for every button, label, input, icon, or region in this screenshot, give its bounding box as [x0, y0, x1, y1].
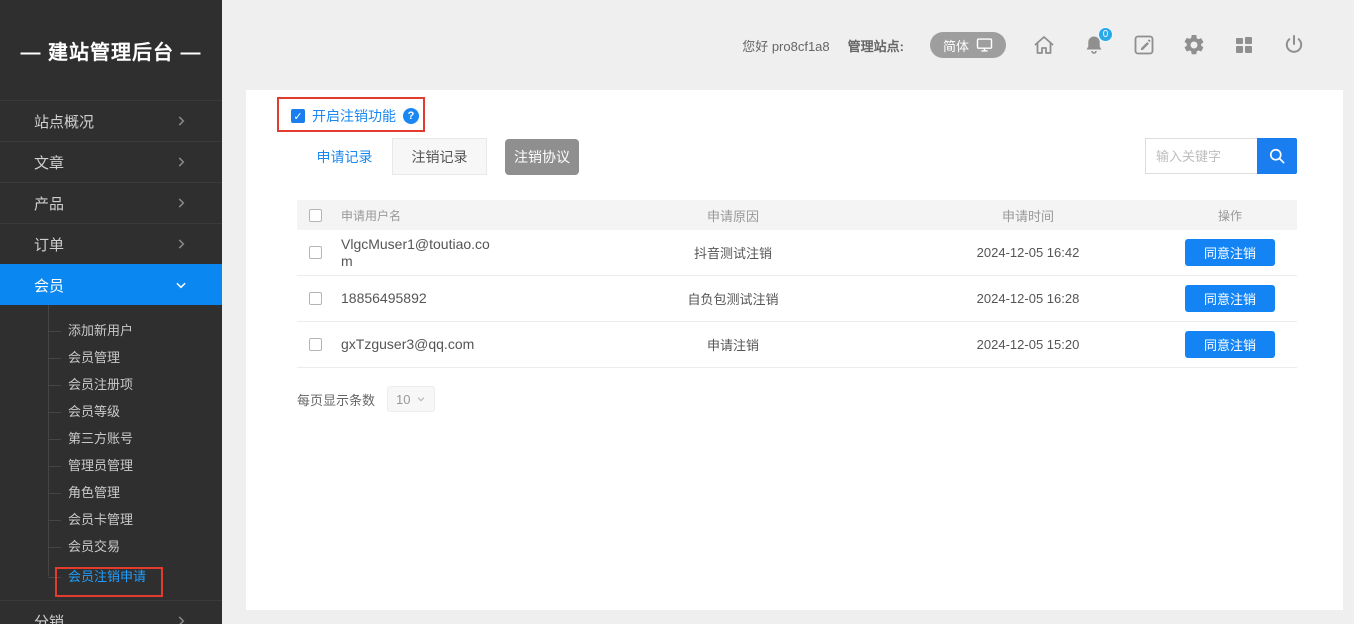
language-label: 简体	[943, 36, 969, 55]
table-row: gxTzguser3@qq.com 申请注销 2024-12-05 15:20 …	[297, 322, 1297, 368]
col-header-action: 操作	[1163, 207, 1297, 224]
members-submenu: 添加新用户 会员管理 会员注册项 会员等级 第三方账号 管理员管理 角色管理 会…	[0, 305, 222, 600]
sidebar-item-member-cards[interactable]: 会员卡管理	[0, 506, 222, 533]
apps-grid-icon[interactable]	[1232, 33, 1256, 57]
chevron-right-icon	[174, 196, 188, 210]
search-icon	[1267, 146, 1287, 166]
table-row: 18856495892 自负包测试注销 2024-12-05 16:28 同意注…	[297, 276, 1297, 322]
sidebar-item-admin-management[interactable]: 管理员管理	[0, 452, 222, 479]
sidebar-item-products[interactable]: 产品	[0, 182, 222, 223]
agree-cancellation-button[interactable]: 同意注销	[1185, 239, 1275, 266]
cell-username: 18856495892	[341, 290, 493, 307]
sidebar-item-member-cancellation[interactable]: 会员注销申请	[0, 563, 222, 590]
sidebar-item-label: 会员	[34, 275, 64, 296]
cell-username: gxTzguser3@qq.com	[341, 336, 493, 353]
sidebar-item-label: 站点概况	[34, 111, 94, 132]
cell-time: 2024-12-05 15:20	[893, 337, 1163, 352]
sidebar-item-site-overview[interactable]: 站点概况	[0, 100, 222, 141]
page-size-select[interactable]: 10	[387, 386, 435, 412]
table-row: VlgcMuser1@toutiao.com 抖音测试注销 2024-12-05…	[297, 230, 1297, 276]
sidebar-item-add-user[interactable]: 添加新用户	[0, 317, 222, 344]
topbar: 您好 pro8cf1a8 管理站点: 简体 0	[222, 0, 1354, 90]
tab-bar: 申请记录 注销记录 注销协议	[297, 138, 579, 175]
chevron-down-icon	[174, 278, 188, 292]
tab-cancellation-records[interactable]: 注销记录	[392, 138, 487, 175]
col-header-reason: 申请原因	[573, 206, 893, 225]
tab-application-records[interactable]: 申请记录	[297, 138, 392, 175]
col-header-username: 申请用户名	[333, 207, 573, 224]
chevron-right-icon	[174, 614, 188, 624]
row-checkbox[interactable]	[309, 292, 322, 305]
agree-cancellation-button[interactable]: 同意注销	[1185, 285, 1275, 312]
content-panel: ✓ 开启注销功能 ? 申请记录 注销记录 注销协议 申请用户名 申请原因	[246, 90, 1343, 610]
sidebar-item-role-management[interactable]: 角色管理	[0, 479, 222, 506]
home-icon[interactable]	[1032, 33, 1056, 57]
row-checkbox[interactable]	[309, 338, 322, 351]
page-size-label: 每页显示条数	[297, 390, 375, 409]
help-question-icon[interactable]: ?	[403, 108, 419, 124]
chevron-right-icon	[174, 114, 188, 128]
sidebar-item-label: 分销	[34, 611, 64, 624]
power-logout-icon[interactable]	[1282, 33, 1306, 57]
table-header-row: 申请用户名 申请原因 申请时间 操作	[297, 200, 1297, 230]
agree-cancellation-button[interactable]: 同意注销	[1185, 331, 1275, 358]
col-header-time: 申请时间	[893, 206, 1163, 225]
cell-username: VlgcMuser1@toutiao.com	[341, 236, 493, 270]
edit-icon[interactable]	[1132, 33, 1156, 57]
sidebar-item-label: 订单	[34, 234, 64, 255]
sidebar-item-members[interactable]: 会员	[0, 264, 222, 305]
monitor-icon	[976, 38, 993, 52]
cell-reason: 抖音测试注销	[573, 243, 893, 262]
row-checkbox[interactable]	[309, 246, 322, 259]
sidebar-item-member-management[interactable]: 会员管理	[0, 344, 222, 371]
sidebar-item-orders[interactable]: 订单	[0, 223, 222, 264]
settings-gear-icon[interactable]	[1182, 33, 1206, 57]
pagination: 每页显示条数 10	[297, 386, 435, 412]
sidebar-item-label: 产品	[34, 193, 64, 214]
page-size-value: 10	[396, 392, 410, 407]
language-pill-button[interactable]: 简体	[930, 32, 1006, 58]
sidebar-item-registration-fields[interactable]: 会员注册项	[0, 371, 222, 398]
sidebar: — 建站管理后台 — 站点概况 文章 产品 订单 会员	[0, 0, 222, 624]
chevron-right-icon	[174, 155, 188, 169]
app-logo: — 建站管理后台 —	[0, 0, 222, 100]
sidebar-item-third-party-accounts[interactable]: 第三方账号	[0, 425, 222, 452]
select-all-checkbox[interactable]	[309, 209, 322, 222]
notifications-bell-icon[interactable]: 0	[1082, 33, 1106, 57]
user-greeting: 您好 pro8cf1a8	[742, 36, 829, 55]
cancellation-toggle-row: ✓ 开启注销功能 ?	[279, 99, 431, 133]
search-button[interactable]	[1257, 138, 1297, 174]
admin-app: — 建站管理后台 — 站点概况 文章 产品 订单 会员	[0, 0, 1354, 624]
cell-time: 2024-12-05 16:28	[893, 291, 1163, 306]
chevron-right-icon	[174, 237, 188, 251]
notification-badge: 0	[1098, 27, 1113, 42]
cell-reason: 申请注销	[573, 335, 893, 354]
sidebar-item-member-transactions[interactable]: 会员交易	[0, 533, 222, 560]
sidebar-item-articles[interactable]: 文章	[0, 141, 222, 182]
sidebar-item-member-levels[interactable]: 会员等级	[0, 398, 222, 425]
search-bar	[1145, 138, 1297, 174]
cell-time: 2024-12-05 16:42	[893, 245, 1163, 260]
managed-site-label: 管理站点:	[848, 36, 904, 55]
enable-cancellation-checkbox[interactable]: ✓	[291, 109, 305, 123]
cell-reason: 自负包测试注销	[573, 289, 893, 308]
tab-cancellation-agreement[interactable]: 注销协议	[505, 139, 579, 175]
search-input[interactable]	[1145, 138, 1257, 174]
sidebar-item-label: 文章	[34, 152, 64, 173]
requests-table: 申请用户名 申请原因 申请时间 操作 VlgcMuser1@toutiao.co…	[297, 200, 1297, 368]
sidebar-item-distribution[interactable]: 分销	[0, 600, 222, 624]
enable-cancellation-label: 开启注销功能	[312, 106, 396, 126]
